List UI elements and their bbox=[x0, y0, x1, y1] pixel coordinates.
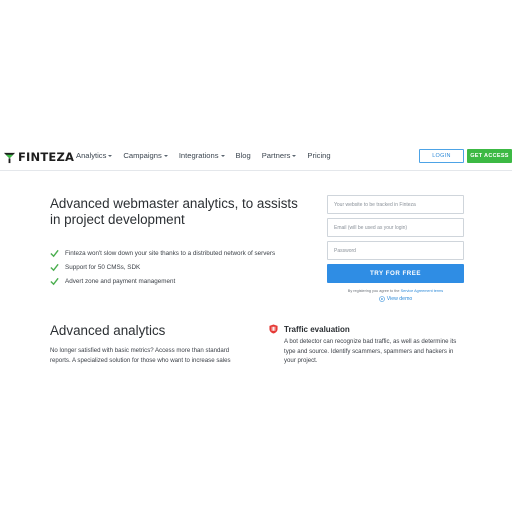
legal-notice: By registering you agree to the Service … bbox=[327, 289, 464, 293]
nav-item-label: Campaigns bbox=[123, 151, 162, 160]
nav-item-label: Integrations bbox=[178, 151, 219, 160]
nav-item-blog[interactable]: Blog bbox=[236, 151, 251, 160]
brand-logo[interactable]: FINTEZA bbox=[3, 150, 74, 164]
feature-text: Finteza won't slow down your site thanks… bbox=[65, 249, 276, 257]
nav-item-partners[interactable]: Partners bbox=[262, 151, 297, 160]
chevron-down-icon bbox=[163, 154, 168, 157]
nav-item-label: Partners bbox=[261, 151, 291, 160]
legal-text: By registering you agree to the bbox=[347, 289, 400, 293]
nav-item-campaigns[interactable]: Campaigns bbox=[123, 151, 168, 160]
traffic-text: A bot detector can recognize bad traffic… bbox=[284, 338, 457, 365]
feature-list: Finteza won't slow down your site thanks… bbox=[50, 246, 275, 288]
top-navigation: FINTEZA Analytics Campaigns Integrations… bbox=[0, 146, 512, 168]
feature-text: Advert zone and payment management bbox=[65, 277, 176, 285]
feature-item: Finteza won't slow down your site thanks… bbox=[50, 246, 275, 260]
checkmark-icon bbox=[50, 263, 59, 271]
checkmark-icon bbox=[50, 249, 59, 257]
website-input[interactable]: Your website to be tracked in Finteza bbox=[327, 195, 464, 214]
feature-text: Support for 50 CMSs, SDK bbox=[65, 263, 141, 271]
section-title: Advanced analytics bbox=[50, 323, 166, 338]
service-agreement-link[interactable]: Service Agreement terms bbox=[401, 289, 444, 293]
feature-item: Support for 50 CMSs, SDK bbox=[50, 260, 275, 274]
play-circle-icon bbox=[378, 296, 385, 302]
nav-item-pricing[interactable]: Pricing bbox=[307, 151, 330, 160]
chevron-down-icon bbox=[292, 154, 297, 157]
brand-name: FINTEZA bbox=[18, 150, 75, 164]
chevron-down-icon bbox=[108, 154, 113, 157]
section-text: No longer satisfied with basic metrics? … bbox=[50, 347, 231, 364]
hero-title: Advanced webmaster analytics, to assists… bbox=[50, 196, 298, 227]
finteza-logo-icon bbox=[3, 152, 16, 163]
signup-form: Your website to be tracked in Finteza Em… bbox=[327, 195, 464, 302]
shield-icon bbox=[269, 324, 278, 334]
feature-item: Advert zone and payment management bbox=[50, 274, 275, 288]
nav-item-label: Analytics bbox=[76, 151, 107, 160]
login-button[interactable]: LOGIN bbox=[419, 149, 464, 163]
view-demo-label: View demo bbox=[386, 296, 413, 302]
nav-divider bbox=[0, 170, 512, 171]
get-access-button[interactable]: GET ACCESS bbox=[467, 149, 512, 163]
checkmark-icon bbox=[50, 277, 59, 285]
nav-item-label: Blog bbox=[235, 151, 251, 160]
main-menu: Analytics Campaigns Integrations Blog Pa… bbox=[76, 151, 342, 160]
nav-item-label: Pricing bbox=[307, 151, 331, 160]
traffic-title: Traffic evaluation bbox=[284, 325, 350, 334]
chevron-down-icon bbox=[220, 154, 225, 157]
nav-item-integrations[interactable]: Integrations bbox=[179, 151, 225, 160]
view-demo-link[interactable]: View demo bbox=[327, 296, 464, 302]
email-input[interactable]: Email (will be used as your login) bbox=[327, 218, 464, 237]
nav-item-analytics[interactable]: Analytics bbox=[76, 151, 113, 160]
password-input[interactable]: Password bbox=[327, 241, 464, 260]
try-for-free-button[interactable]: TRY FOR FREE bbox=[327, 264, 464, 283]
